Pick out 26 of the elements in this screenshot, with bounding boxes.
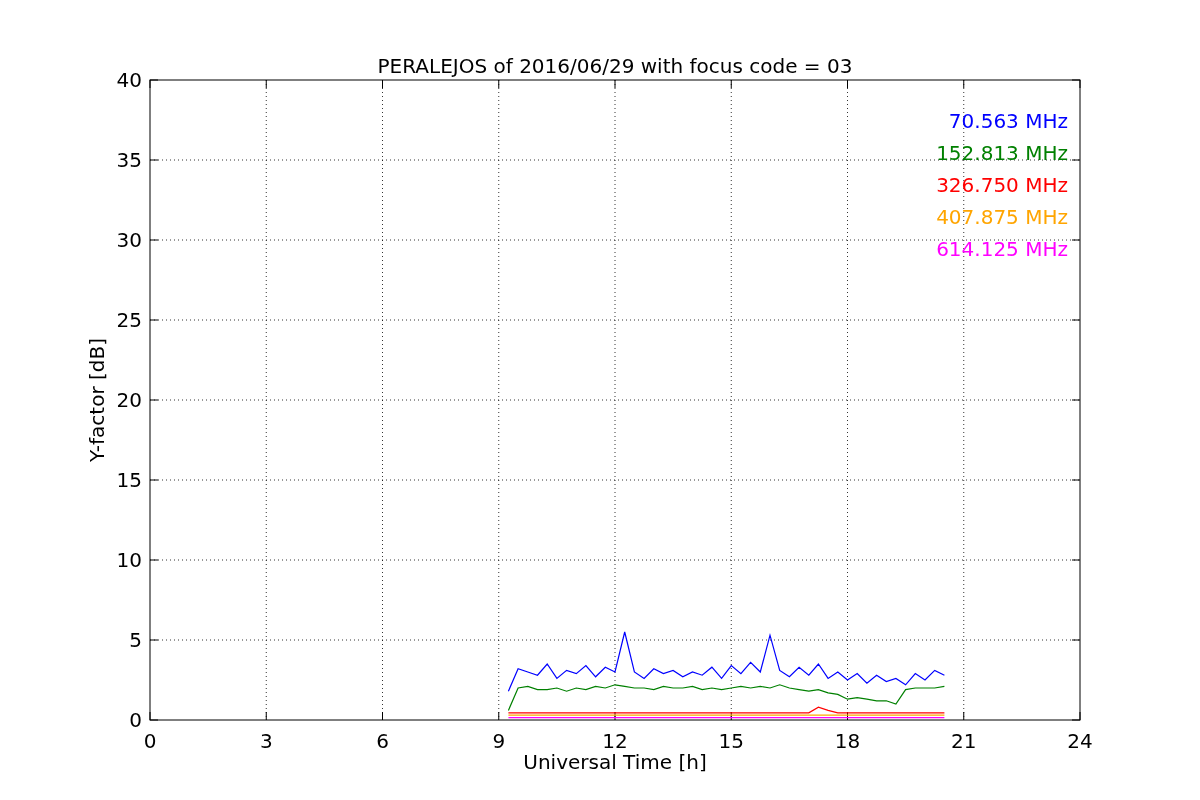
x-tick-label: 0 xyxy=(143,729,157,753)
chart-title: PERALEJOS of 2016/06/29 with focus code = 03 xyxy=(377,54,853,78)
y-tick-label: 30 xyxy=(116,228,142,252)
y-tick-label: 0 xyxy=(129,708,142,732)
x-tick-label: 6 xyxy=(376,729,389,753)
y-tick-label: 40 xyxy=(116,68,142,92)
y-axis-label: Y-factor [dB] xyxy=(85,338,109,462)
y-tick-label: 10 xyxy=(116,548,142,572)
y-tick-label: 5 xyxy=(129,628,142,652)
x-tick-label: 21 xyxy=(951,729,977,753)
x-tick-label: 18 xyxy=(834,729,861,753)
legend-label: 326.750 MHz xyxy=(936,173,1068,197)
x-tick-label: 9 xyxy=(492,729,506,753)
y-tick-label: 25 xyxy=(116,308,142,332)
legend-label: 614.125 MHz xyxy=(936,237,1068,261)
y-tick-label: 35 xyxy=(116,148,142,172)
x-tick-label: 3 xyxy=(259,729,273,753)
x-tick-label: 24 xyxy=(1067,729,1093,753)
legend-label: 407.875 MHz xyxy=(936,205,1068,229)
legend-label: 70.563 MHz xyxy=(948,109,1068,133)
x-axis-label: Universal Time [h] xyxy=(523,750,707,774)
legend-label: 152.813 MHz xyxy=(936,141,1068,165)
y-tick-label: 20 xyxy=(116,388,142,412)
x-tick-label: 12 xyxy=(602,729,628,753)
y-tick-label: 15 xyxy=(116,468,142,492)
x-tick-label: 15 xyxy=(718,729,744,753)
